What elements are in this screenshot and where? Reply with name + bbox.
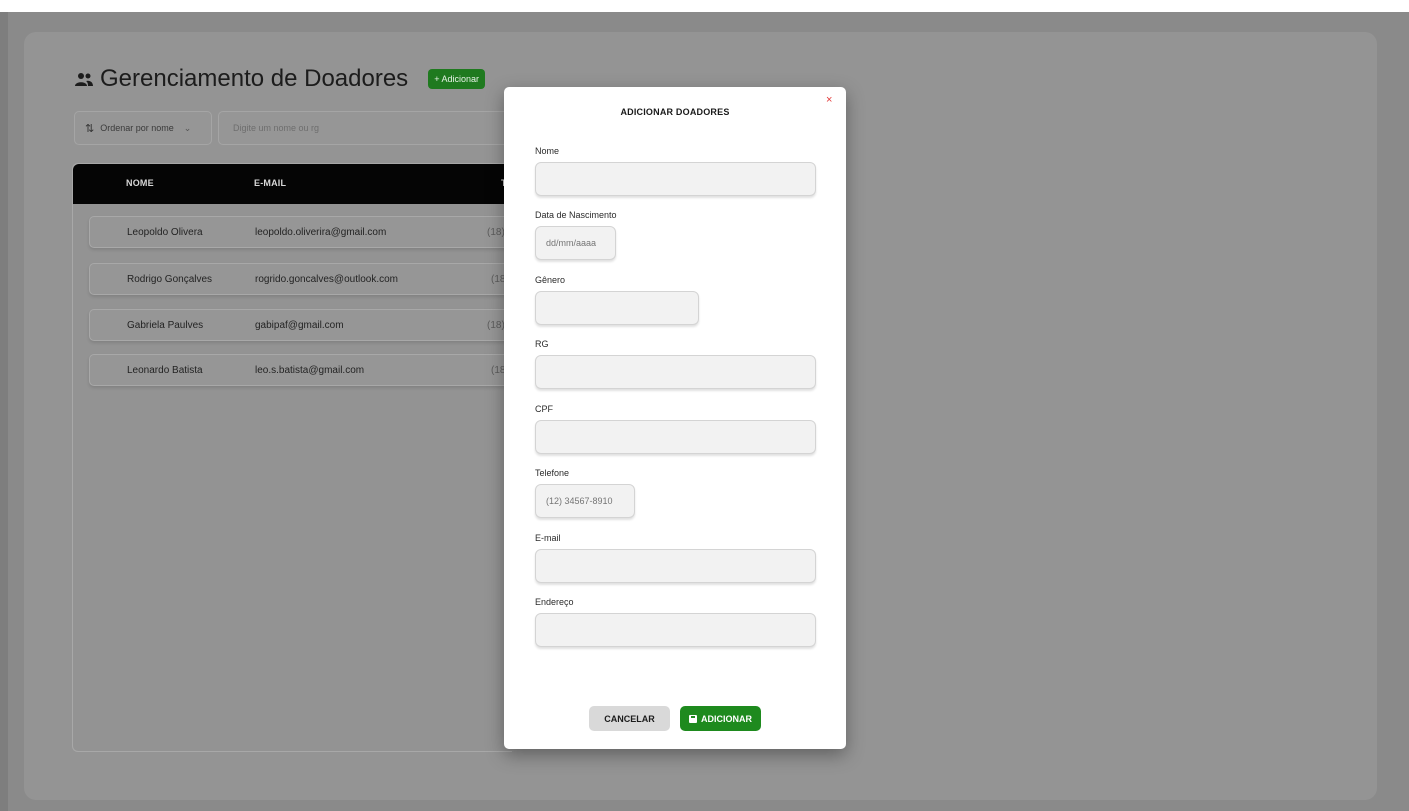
row-nome: Gabriela Paulves	[127, 320, 204, 331]
top-bar	[0, 0, 1409, 12]
row-nome: Rodrigo Gonçalves	[127, 274, 213, 285]
page-header: Gerenciamento de Doadores + Adicionar	[74, 64, 485, 94]
label-nascimento: Data de Nascimento	[535, 210, 617, 220]
row-email: rogrido.goncalves@outlook.com	[255, 274, 399, 285]
chevron-down-icon: ⌄	[183, 122, 192, 133]
sort-label: Ordenar por nome	[100, 123, 174, 133]
add-donor-button[interactable]: + Adicionar	[428, 69, 485, 89]
row-telefone: (18)	[487, 227, 505, 238]
submit-add-button[interactable]: ADICIONAR	[680, 706, 761, 731]
save-icon	[689, 714, 697, 723]
phone-field[interactable]	[535, 484, 635, 518]
table-row[interactable]: Rodrigo Gonçalves rogrido.goncalves@outl…	[89, 263, 513, 295]
sort-icon: ⇅	[85, 122, 95, 135]
add-donor-modal: ADICIONAR DOADORES × Nome Data de Nascim…	[504, 87, 846, 749]
nome-field[interactable]	[535, 162, 816, 196]
row-nome: Leopoldo Olivera	[127, 227, 203, 238]
search-placeholder: Digite um nome ou rg	[233, 123, 320, 133]
row-email: leo.s.batista@gmail.com	[255, 365, 365, 376]
label-nome: Nome	[535, 146, 560, 156]
label-email: E-mail	[535, 533, 561, 543]
row-email: gabipaf@gmail.com	[255, 320, 344, 331]
page-title: Gerenciamento de Doadores	[100, 65, 409, 92]
row-telefone: (18)	[487, 320, 505, 331]
column-header-email: E-MAIL	[254, 178, 287, 188]
label-cpf: CPF	[535, 404, 553, 414]
table-row[interactable]: Leonardo Batista leo.s.batista@gmail.com…	[89, 354, 513, 386]
table-header: NOME E-MAIL T	[73, 164, 513, 204]
label-genero: Gênero	[535, 275, 566, 285]
cpf-field[interactable]	[535, 420, 816, 454]
label-endereco: Endereço	[535, 597, 574, 607]
left-strip	[0, 12, 8, 811]
birthdate-field[interactable]	[535, 226, 616, 260]
gender-field[interactable]	[535, 291, 699, 325]
table-row[interactable]: Leopoldo Olivera leopoldo.oliverira@gmai…	[89, 216, 513, 248]
row-email: leopoldo.oliverira@gmail.com	[255, 227, 387, 238]
row-nome: Leonardo Batista	[127, 365, 203, 376]
email-field[interactable]	[535, 549, 816, 583]
users-icon	[75, 73, 93, 86]
address-field[interactable]	[535, 613, 816, 647]
label-rg: RG	[535, 339, 549, 349]
donors-table: NOME E-MAIL T Leopoldo Olivera leopoldo.…	[72, 163, 513, 752]
label-telefone: Telefone	[535, 468, 570, 478]
close-icon[interactable]: ×	[826, 95, 832, 106]
sort-dropdown[interactable]: ⇅ Ordenar por nome ⌄	[74, 111, 212, 145]
search-input[interactable]: Digite um nome ou rg	[218, 111, 518, 145]
submit-label: ADICIONAR	[701, 713, 752, 724]
table-row[interactable]: Gabriela Paulves gabipaf@gmail.com (18)	[89, 309, 513, 341]
modal-title: ADICIONAR DOADORES	[620, 107, 730, 117]
cancel-button[interactable]: CANCELAR	[589, 706, 670, 731]
rg-field[interactable]	[535, 355, 816, 389]
column-header-nome: NOME	[126, 178, 154, 188]
